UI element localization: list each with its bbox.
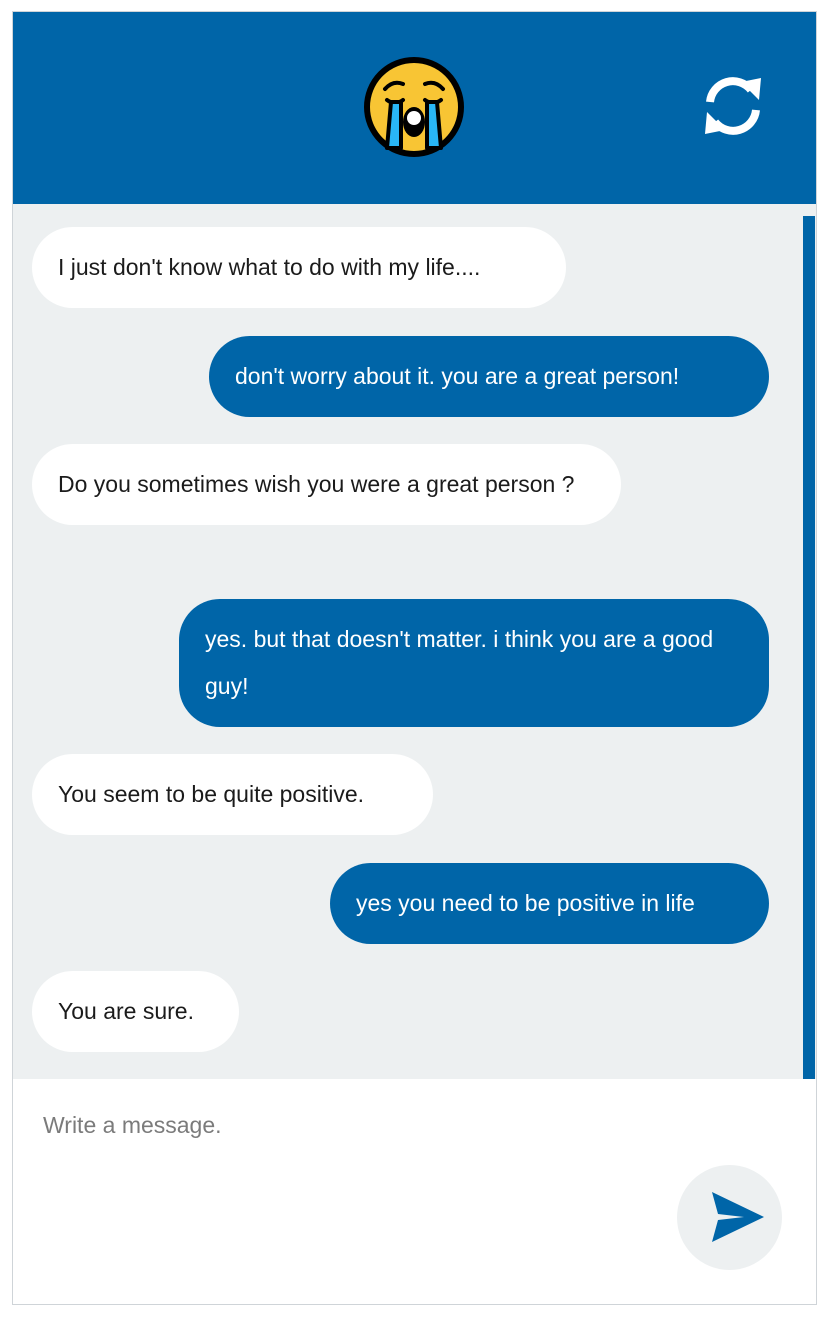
send-icon <box>712 1192 764 1242</box>
chat-widget: I just don't know what to do with my lif… <box>12 11 817 1305</box>
message-input[interactable] <box>43 1105 643 1145</box>
send-button[interactable] <box>677 1165 782 1270</box>
bot-message: You are sure. <box>32 971 239 1052</box>
message-list[interactable]: I just don't know what to do with my lif… <box>13 204 816 1079</box>
user-message: yes. but that doesn't matter. i think yo… <box>179 599 769 727</box>
bot-message: You seem to be quite positive. <box>32 754 433 835</box>
bot-message: I just don't know what to do with my lif… <box>32 227 566 308</box>
composer <box>13 1079 816 1304</box>
scrollbar[interactable] <box>803 216 815 1079</box>
chat-header <box>13 12 816 204</box>
user-message: yes you need to be positive in life <box>330 863 769 944</box>
refresh-button[interactable] <box>699 72 767 140</box>
user-message: don't worry about it. you are a great pe… <box>209 336 769 417</box>
refresh-icon <box>705 77 761 135</box>
bot-message: Do you sometimes wish you were a great p… <box>32 444 621 525</box>
loudly-crying-face-icon <box>363 56 465 158</box>
